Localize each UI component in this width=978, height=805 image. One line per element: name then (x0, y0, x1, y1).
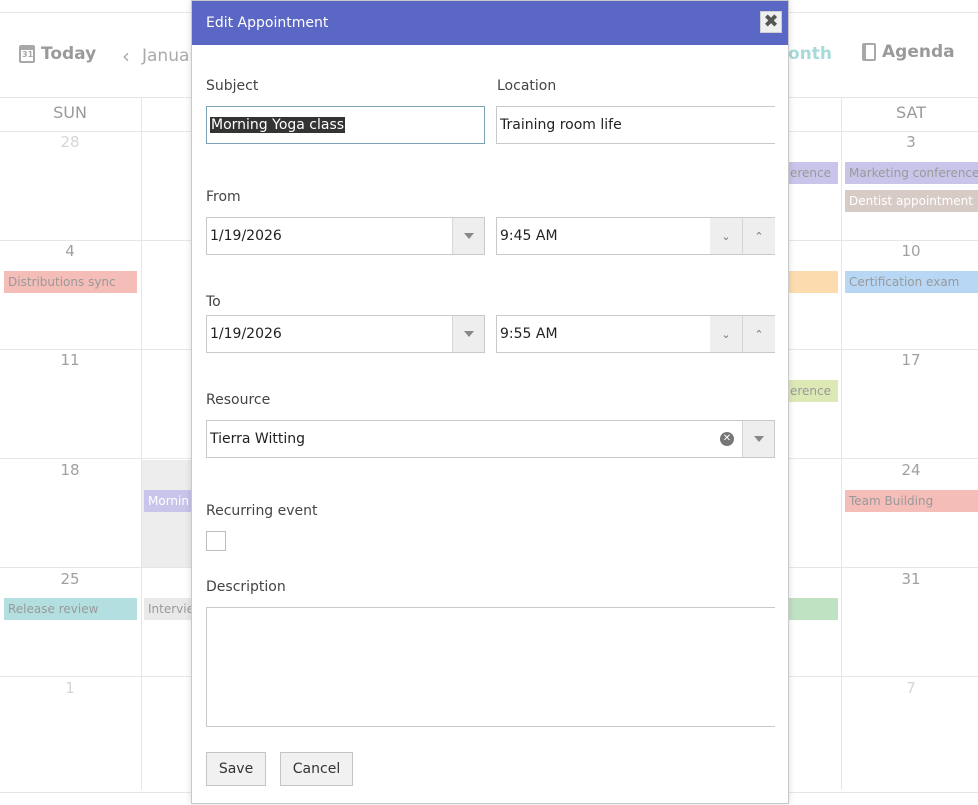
agenda-view-button[interactable]: Agenda (862, 42, 955, 62)
location-input[interactable]: Training room life (496, 106, 775, 144)
dialog-title: Edit Appointment (206, 15, 329, 31)
edit-appointment-dialog: Edit Appointment ✖ Subject Location Morn… (191, 0, 789, 804)
subject-label: Subject (206, 78, 259, 94)
from-date-picker[interactable]: 1/19/2026 (206, 217, 485, 255)
chevron-up-icon: ⌃ (754, 229, 764, 243)
today-cell-highlight (142, 460, 191, 567)
period-label: Januar (142, 46, 197, 66)
chevron-left-icon: ‹ (122, 44, 130, 68)
event-certification-exam[interactable]: Certification exam (845, 271, 978, 293)
day-number[interactable]: 17 (896, 351, 926, 369)
date-picker-toggle[interactable] (452, 218, 484, 254)
to-time-value: 9:55 AM (500, 326, 558, 342)
resource-dropdown-toggle[interactable] (742, 421, 774, 457)
event-conference[interactable]: erence (786, 162, 838, 184)
event-morning-yoga[interactable]: Mornin (144, 490, 191, 512)
day-number[interactable]: 24 (896, 461, 926, 479)
to-date-picker[interactable]: 1/19/2026 (206, 315, 485, 353)
time-increase-button[interactable]: ⌃ (742, 218, 775, 254)
from-time-value: 9:45 AM (500, 228, 558, 244)
location-value: Training room life (500, 117, 622, 133)
day-number[interactable]: 3 (896, 133, 926, 151)
day-header-sun: SUN (53, 103, 87, 122)
description-label: Description (206, 579, 286, 595)
chevron-down-icon: ⌄ (721, 327, 731, 341)
day-number[interactable]: 1 (55, 679, 85, 697)
cancel-button[interactable]: Cancel (280, 752, 353, 786)
chevron-down-icon (463, 331, 474, 337)
day-number[interactable]: 10 (896, 242, 926, 260)
month-view-label: onth (788, 44, 833, 64)
day-number[interactable]: 7 (896, 679, 926, 697)
event-conference[interactable]: erence (786, 380, 838, 402)
to-date-value: 1/19/2026 (210, 326, 282, 342)
agenda-label: Agenda (882, 42, 955, 62)
event-interview[interactable]: Intervie (144, 598, 191, 620)
subject-value: Morning Yoga class (210, 117, 346, 133)
close-icon: ✖ (763, 11, 779, 32)
today-button[interactable]: Today (19, 44, 96, 64)
day-header-sat: SAT (896, 103, 926, 122)
chevron-up-icon: ⌃ (754, 327, 764, 341)
recurring-checkbox[interactable] (206, 531, 226, 551)
close-button[interactable]: ✖ (760, 11, 782, 33)
chevron-down-icon (753, 436, 764, 442)
day-number[interactable]: 31 (896, 570, 926, 588)
event-dentist-appointment[interactable]: Dentist appointment (845, 190, 978, 212)
from-date-value: 1/19/2026 (210, 228, 282, 244)
grid-line (841, 98, 842, 790)
previous-period-button[interactable]: ‹ Januar (122, 44, 196, 68)
to-time-picker[interactable]: 9:55 AM ⌄ ⌃ (496, 315, 775, 353)
time-decrease-button[interactable]: ⌄ (710, 316, 742, 352)
chevron-down-icon (463, 233, 474, 239)
day-number[interactable]: 25 (55, 570, 85, 588)
to-label: To (206, 294, 221, 310)
event-partial[interactable] (786, 271, 838, 293)
recurring-label: Recurring event (206, 503, 318, 519)
day-number[interactable]: 4 (55, 242, 85, 260)
description-textarea[interactable] (206, 607, 775, 727)
event-release-review[interactable]: Release review (4, 598, 137, 620)
date-picker-toggle[interactable] (452, 316, 484, 352)
day-number[interactable]: 28 (55, 133, 85, 151)
agenda-icon (862, 43, 876, 61)
resource-label: Resource (206, 392, 271, 408)
day-number[interactable]: 18 (55, 461, 85, 479)
event-marketing-conference[interactable]: Marketing conference (845, 162, 978, 184)
location-label: Location (497, 78, 557, 94)
save-button[interactable]: Save (206, 752, 266, 786)
grid-line (141, 98, 142, 790)
time-increase-button[interactable]: ⌃ (742, 316, 775, 352)
chevron-down-icon: ⌄ (721, 229, 731, 243)
from-time-picker[interactable]: 9:45 AM ⌄ ⌃ (496, 217, 775, 255)
today-label: Today (41, 44, 97, 64)
day-number[interactable]: 11 (55, 351, 85, 369)
subject-input[interactable]: Morning Yoga class (206, 106, 485, 144)
resource-value: Tierra Witting (210, 431, 305, 447)
calendar-icon (19, 45, 35, 63)
from-label: From (206, 189, 241, 205)
time-decrease-button[interactable]: ⌄ (710, 218, 742, 254)
event-team-building[interactable]: Team Building (845, 490, 978, 512)
event-partial[interactable] (786, 598, 838, 620)
resource-select[interactable]: Tierra Witting ✕ (206, 420, 775, 458)
clear-icon[interactable]: ✕ (720, 432, 734, 446)
event-distributions-sync[interactable]: Distributions sync (4, 271, 137, 293)
month-view-button[interactable]: onth (788, 44, 832, 64)
dialog-header: Edit Appointment ✖ (192, 1, 788, 45)
